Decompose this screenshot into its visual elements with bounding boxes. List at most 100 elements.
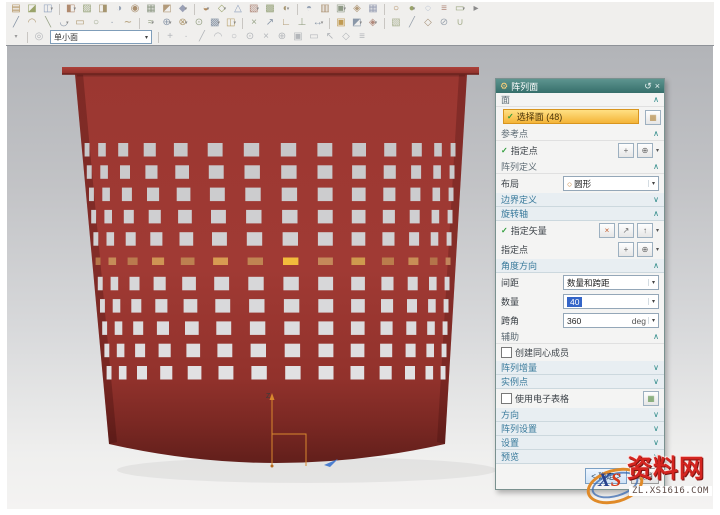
stop-at-intersection-icon[interactable]: ⊘ (437, 17, 451, 30)
rectangle-icon[interactable]: ▭ (73, 17, 87, 30)
section-auxiliary[interactable]: 辅助 ∧ (496, 330, 664, 344)
orient-view-icon[interactable]: ◩▾ (350, 17, 364, 30)
replace-face-icon[interactable]: ▥ (318, 3, 332, 16)
intersect-curve-icon[interactable]: ⊗▾ (176, 17, 190, 30)
dimension-icon[interactable]: ↔▾ (311, 17, 325, 30)
circle-icon[interactable]: ○ (89, 17, 103, 30)
fillet-icon[interactable]: ◡▾ (57, 17, 71, 30)
basket-rim[interactable] (62, 67, 479, 74)
close-icon[interactable]: × (655, 81, 660, 91)
selection-scope-dropdown[interactable]: 单小面 ▾ (50, 30, 152, 44)
more-commands-icon[interactable]: ▸ (469, 3, 483, 16)
helper-icon[interactable]: ∪ (453, 17, 467, 30)
offset-curve-icon[interactable]: ≈▾ (144, 17, 158, 30)
end-point-icon[interactable]: ∙ (179, 31, 193, 44)
vector-dialog-icon[interactable]: ↗ (618, 223, 634, 238)
bounded-plane-icon[interactable]: ▭ (307, 31, 321, 44)
section-orientation[interactable]: 方向 ∨ (496, 408, 664, 422)
create-concentric-checkbox[interactable] (501, 347, 512, 358)
circle-center-icon[interactable]: ○ (227, 31, 241, 44)
continuous-dim-icon[interactable]: ╱ (405, 17, 419, 30)
selected-face[interactable] (430, 258, 438, 266)
analysis-icon[interactable]: ●▾ (405, 3, 419, 16)
layout-dropdown[interactable]: ○ 圆形 ▾ (563, 176, 659, 191)
selected-face[interactable] (408, 258, 418, 266)
finish-sketch-icon[interactable]: ◈▾ (366, 17, 380, 30)
count-field[interactable]: 40 ▾ (563, 294, 659, 309)
datum-plane-icon[interactable]: ◧▾ (64, 3, 78, 16)
selected-face[interactable] (446, 258, 451, 266)
pattern-feature-icon[interactable]: ▩ (263, 3, 277, 16)
selected-face[interactable] (248, 258, 263, 266)
select-face-row[interactable]: ✓ 选择面 (48) (503, 109, 639, 124)
reverse-vector-icon[interactable]: × (599, 223, 615, 238)
new-file-icon[interactable]: ▤ (9, 3, 23, 16)
span-value[interactable]: 360 (567, 316, 581, 326)
extrude-icon[interactable]: ◨ (96, 3, 110, 16)
rib-icon[interactable]: ▦ (144, 3, 158, 16)
grid-icon[interactable]: ≡ (355, 31, 369, 44)
section-reference-point[interactable]: 参考点 ∧ (496, 127, 664, 141)
display-options-icon[interactable]: ◌ (421, 3, 435, 16)
offset-face-icon[interactable]: ◓ (302, 3, 316, 16)
section-boundary-definition[interactable]: 边界定义 ∨ (496, 193, 664, 207)
selected-face[interactable] (351, 258, 365, 266)
graphics-viewport[interactable]: Z ⚙ 阵列面 ↺ × 面 ∧ ✓ 选择面 (48) ▦ (7, 46, 713, 509)
chevron-down-icon[interactable]: ▾ (656, 246, 659, 253)
tangent-icon[interactable]: ◇ (339, 31, 353, 44)
quadrant-icon[interactable]: ⊙ (243, 31, 257, 44)
section-pattern-settings[interactable]: 阵列设置 ∨ (496, 422, 664, 436)
selected-face[interactable] (109, 258, 117, 266)
point-on-face-icon[interactable]: ▣ (291, 31, 305, 44)
snapshot-icon[interactable]: ▭▾ (453, 3, 467, 16)
selected-face[interactable] (128, 258, 138, 266)
selected-face[interactable] (96, 258, 101, 266)
curve-rule-icon[interactable]: ◇ (421, 17, 435, 30)
save-icon[interactable]: ◫▾ (41, 3, 55, 16)
point-dialog-icon[interactable]: + (618, 143, 634, 158)
selected-face[interactable] (318, 258, 333, 266)
open-file-icon[interactable]: ◪ (25, 3, 39, 16)
point-icon[interactable]: ⊕ (637, 242, 653, 257)
chamfer-icon[interactable]: ◇▾ (215, 3, 229, 16)
line-icon[interactable]: ╲ (41, 17, 55, 30)
use-spreadsheet-checkbox[interactable] (501, 393, 512, 404)
mid-point-icon[interactable]: ╱ (195, 31, 209, 44)
snap-point-icon[interactable]: + (163, 31, 177, 44)
section-settings[interactable]: 设置 ∨ (496, 436, 664, 450)
section-pattern-increment[interactable]: 阵列增量 ∨ (496, 361, 664, 375)
text-icon[interactable]: ⊙ (192, 17, 206, 30)
hole-icon[interactable]: ◉ (128, 3, 142, 16)
spline-icon[interactable]: ∼ (121, 17, 135, 30)
intersection-icon[interactable]: × (259, 31, 273, 44)
delete-face-icon[interactable]: ▣▾ (334, 3, 348, 16)
shell-icon[interactable]: ◩ (160, 3, 174, 16)
arc-icon[interactable]: ◠ (25, 17, 39, 30)
type-filter-caret-icon[interactable]: ▾ (9, 31, 23, 44)
trim-body-icon[interactable]: ▧▾ (247, 3, 261, 16)
project-curve-icon[interactable]: ⊕▾ (160, 17, 174, 30)
mirror-curve-icon[interactable]: ◫▾ (224, 17, 238, 30)
quick-trim-icon[interactable]: × (247, 17, 261, 30)
point-dialog-icon[interactable]: + (618, 242, 634, 257)
constraints-icon[interactable]: ⊥ (295, 17, 309, 30)
selected-face[interactable] (152, 258, 164, 266)
show-constraints-icon[interactable]: ▣ (334, 17, 348, 30)
make-corner-icon[interactable]: ∟ (279, 17, 293, 30)
sketch-style-icon[interactable]: ▧ (389, 17, 403, 30)
span-field[interactable]: 360 deg ▾ (563, 313, 659, 328)
point-on-curve-icon[interactable]: ⊕ (275, 31, 289, 44)
reset-icon[interactable]: ↺ (644, 81, 652, 92)
point-icon[interactable]: ∙ (105, 17, 119, 30)
selected-face[interactable] (213, 258, 228, 266)
pattern-curve-icon[interactable]: ▩▾ (208, 17, 222, 30)
section-rotation-axis[interactable]: 旋转轴 ∧ (496, 207, 664, 221)
selection-mode-icon[interactable]: ◎ (32, 31, 46, 44)
move-face-icon[interactable]: ◈ (350, 3, 364, 16)
count-value[interactable]: 40 (567, 297, 582, 307)
dialog-titlebar[interactable]: ⚙ 阵列面 ↺ × (496, 79, 664, 93)
expression-icon[interactable]: ≡ (437, 3, 451, 16)
section-angle-direction[interactable]: 角度方向 ∧ (496, 259, 664, 273)
selected-face[interactable] (283, 258, 298, 266)
measure-icon[interactable]: ○ (389, 3, 403, 16)
